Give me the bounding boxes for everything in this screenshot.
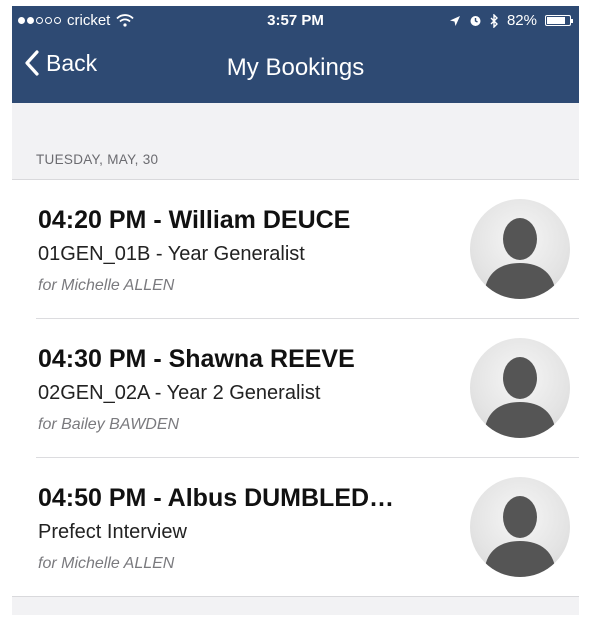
person-placeholder-icon: [470, 477, 570, 577]
top-bar: cricket 3:57 PM 82% Back My Bookings: [12, 6, 579, 103]
booking-title: 04:50 PM - Albus DUMBLED…: [38, 484, 395, 512]
booking-row[interactable]: 04:20 PM - William DEUCE 01GEN_01B - Yea…: [36, 180, 579, 319]
screen: cricket 3:57 PM 82% Back My Bookings TUE…: [12, 6, 579, 615]
booking-subtitle: 02GEN_02A - Year 2 Generalist: [38, 382, 321, 404]
battery-percent: 82%: [506, 12, 537, 29]
booking-subtitle: 01GEN_01B - Year Generalist: [38, 243, 305, 265]
person-placeholder-icon: [470, 199, 570, 299]
booking-list: 04:20 PM - William DEUCE 01GEN_01B - Yea…: [12, 179, 579, 597]
navigation-bar: Back My Bookings: [12, 36, 579, 103]
booking-title: 04:30 PM - Shawna REEVE: [38, 345, 355, 373]
booking-for: for Michelle ALLEN: [38, 555, 175, 572]
bluetooth-icon: [490, 13, 498, 28]
person-placeholder-icon: [470, 338, 570, 438]
battery-icon: [545, 15, 573, 26]
battery-fill: [547, 17, 565, 24]
booking-subtitle: Prefect Interview: [38, 521, 187, 543]
alarm-icon: [470, 16, 481, 26]
status-right: 82%: [449, 12, 573, 29]
page-title: My Bookings: [226, 54, 365, 81]
booking-row[interactable]: 04:50 PM - Albus DUMBLED… Prefect Interv…: [36, 458, 579, 596]
location-arrow-icon: [449, 15, 460, 26]
section-header-date: TUESDAY, MAY, 30: [36, 152, 159, 167]
status-bar: cricket 3:57 PM 82%: [12, 6, 579, 36]
booking-title: 04:20 PM - William DEUCE: [38, 206, 351, 234]
booking-for: for Bailey BAWDEN: [38, 416, 180, 433]
booking-for: for Michelle ALLEN: [38, 277, 175, 294]
booking-row[interactable]: 04:30 PM - Shawna REEVE 02GEN_02A - Year…: [36, 319, 579, 458]
